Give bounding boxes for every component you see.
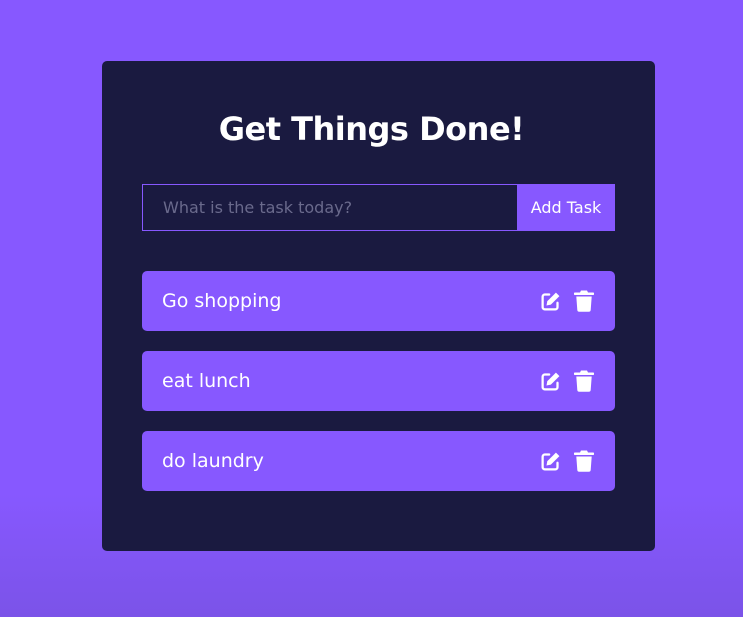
page-title: Get Things Done! xyxy=(218,110,525,148)
todo-item[interactable]: eat lunch xyxy=(142,351,615,411)
todo-text: eat lunch xyxy=(162,370,251,392)
trash-icon[interactable] xyxy=(573,290,595,312)
add-task-button[interactable]: Add Task xyxy=(517,184,615,231)
edit-icon[interactable] xyxy=(539,450,561,472)
edit-icon[interactable] xyxy=(539,290,561,312)
todo-item[interactable]: do laundry xyxy=(142,431,615,491)
edit-icon[interactable] xyxy=(539,370,561,392)
todo-list: Go shopping eat lunch do laundry xyxy=(142,271,615,511)
todo-actions xyxy=(539,290,595,312)
task-input[interactable] xyxy=(142,184,517,231)
todo-text: do laundry xyxy=(162,450,264,472)
trash-icon[interactable] xyxy=(573,370,595,392)
trash-icon[interactable] xyxy=(573,450,595,472)
todo-item[interactable]: Go shopping xyxy=(142,271,615,331)
task-form: Add Task xyxy=(142,184,615,231)
todo-actions xyxy=(539,370,595,392)
todo-text: Go shopping xyxy=(162,290,282,312)
todo-actions xyxy=(539,450,595,472)
